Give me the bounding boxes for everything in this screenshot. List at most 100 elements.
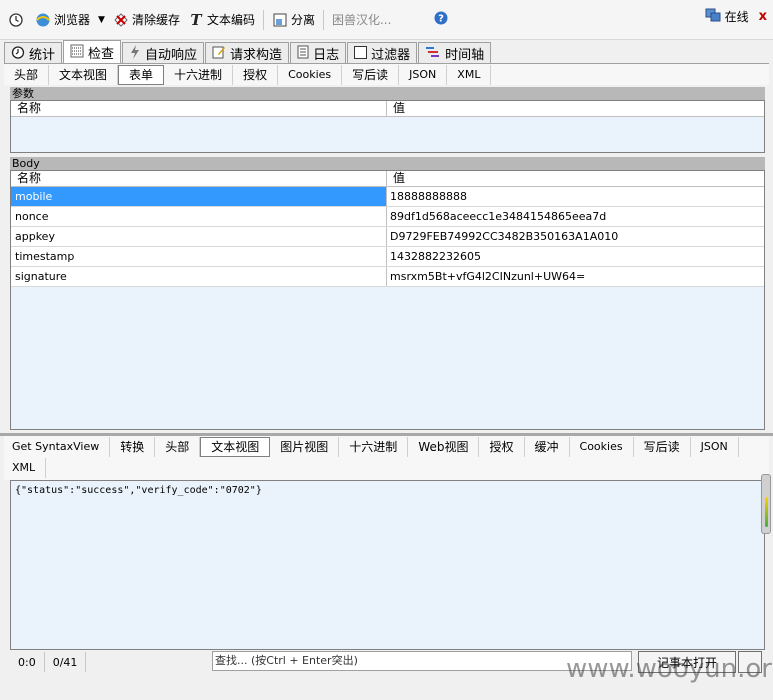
scrollbar-thumb[interactable] (761, 474, 771, 534)
main-tabs: 统计 检查 自动响应 请求构造 日志 过滤器 时间轴 (4, 40, 492, 64)
params-grid[interactable]: 名称 值 (10, 100, 765, 153)
close-icon[interactable]: x (759, 9, 767, 24)
clock-button[interactable] (4, 8, 31, 32)
level-indicator (765, 497, 768, 527)
resp-tab-auth[interactable]: 授权 (479, 436, 525, 457)
table-row[interactable]: signature msrxm5Bt+vfG4l2CINzunl+UW64= (11, 267, 764, 287)
req-tab-auth[interactable]: 授权 (233, 64, 279, 85)
resp-tab-headers[interactable]: 头部 (155, 436, 201, 457)
tab-label: 时间轴 (445, 48, 485, 63)
resp-tab-cookies[interactable]: Cookies (570, 436, 634, 457)
column-header-name[interactable]: 名称 (11, 101, 387, 116)
table-row[interactable]: mobile 18888888888 (11, 187, 764, 207)
toolbar: 浏览器 ▼ 清除缓存 T 文本编码 分离 困兽汉化... ? 在线 x (0, 0, 773, 40)
param-name[interactable]: nonce (11, 207, 387, 226)
body-panel-title: Body (10, 157, 765, 170)
response-tabs: Get SyntaxView 转换 头部 文本视图 图片视图 十六进制 Web视… (4, 436, 769, 480)
tab-label: 请求构造 (230, 48, 283, 63)
req-tab-raw[interactable]: 写后读 (342, 64, 400, 85)
timeline-icon (425, 45, 441, 62)
response-tabs-row: XML (4, 457, 769, 478)
clear-cache-icon (113, 12, 129, 28)
param-name[interactable]: timestamp (11, 247, 387, 266)
resp-tab-xml[interactable]: XML (4, 457, 47, 478)
search-input[interactable]: 困兽汉化... (327, 8, 428, 31)
resp-tab-hexview[interactable]: 十六进制 (339, 436, 409, 457)
browser-icon (35, 12, 51, 28)
request-tabs: 头部 文本视图 表单 十六进制 授权 Cookies 写后读 JSON XML (4, 63, 769, 85)
tab-log[interactable]: 日志 (290, 42, 347, 64)
tab-label: 过滤器 (371, 48, 411, 63)
clock-icon (8, 12, 24, 28)
clear-cache-button[interactable]: 清除缓存 (109, 8, 184, 32)
param-name[interactable]: mobile (11, 187, 387, 206)
tab-statistics[interactable]: 统计 (4, 42, 63, 64)
detach-label: 分离 (290, 13, 315, 27)
compose-icon (212, 45, 226, 62)
tab-label: 日志 (313, 48, 340, 63)
checkbox-icon (354, 45, 368, 62)
tab-timeline[interactable]: 时间轴 (418, 42, 492, 64)
req-tab-xml[interactable]: XML (447, 64, 492, 85)
req-tab-cookies[interactable]: Cookies (278, 64, 343, 85)
clear-cache-label: 清除缓存 (131, 13, 180, 27)
browser-button[interactable]: 浏览器 ▼ (31, 8, 109, 32)
resp-tab-caching[interactable]: 缓冲 (525, 436, 570, 457)
resp-tab-raw[interactable]: 写后读 (634, 436, 691, 457)
param-value[interactable]: 18888888888 (387, 187, 764, 206)
req-tab-textview[interactable]: 文本视图 (49, 64, 119, 85)
req-tab-webforms[interactable]: 表单 (118, 64, 165, 85)
tab-label: 自动响应 (145, 48, 198, 63)
req-tab-headers[interactable]: 头部 (4, 64, 50, 85)
toolbar-divider (262, 9, 264, 30)
lightning-icon (129, 45, 141, 62)
watermark: www.wooyun.org (566, 654, 773, 684)
tab-autoresponder[interactable]: 自动响应 (122, 42, 205, 64)
resp-tab-webview[interactable]: Web视图 (408, 436, 480, 457)
inspect-icon (70, 44, 84, 61)
resp-tab-transformer[interactable]: 转换 (110, 436, 156, 457)
body-grid[interactable]: 名称 值 mobile 18888888888 nonce 89df1d568a… (10, 170, 765, 430)
column-header-value[interactable]: 值 (387, 171, 764, 186)
param-value[interactable]: D9729FEB74992CC3482B350163A1A010 (387, 227, 764, 246)
online-icon (705, 8, 721, 25)
param-value[interactable]: 1432882232605 (387, 247, 764, 266)
text-encode-icon: T (190, 10, 202, 29)
param-name[interactable]: appkey (11, 227, 387, 246)
byte-count: 0/41 (45, 652, 87, 672)
response-text-area[interactable]: {"status":"success","verify_code":"0702"… (10, 480, 765, 650)
stopwatch-icon (11, 45, 25, 62)
column-header-value[interactable]: 值 (387, 101, 764, 116)
params-panel-title: 参数 (10, 87, 765, 100)
cursor-position: 0:0 (10, 652, 45, 672)
params-grid-header: 名称 值 (11, 101, 764, 117)
chevron-down-icon[interactable]: ▼ (98, 15, 105, 25)
param-name[interactable]: signature (11, 267, 387, 286)
detach-button[interactable]: 分离 (268, 8, 319, 32)
help-icon[interactable]: ? (434, 11, 448, 28)
resp-tab-json[interactable]: JSON (691, 436, 739, 457)
text-encode-label: 文本编码 (206, 13, 255, 27)
online-button[interactable]: 在线 (725, 8, 749, 25)
tab-label: 检查 (88, 47, 115, 62)
resp-tab-syntaxview[interactable]: Get SyntaxView (4, 436, 111, 457)
req-tab-hexview[interactable]: 十六进制 (164, 64, 234, 85)
table-row[interactable]: appkey D9729FEB74992CC3482B350163A1A010 (11, 227, 764, 247)
column-header-name[interactable]: 名称 (11, 171, 387, 186)
param-value[interactable]: 89df1d568aceecc1e3484154865eea7d (387, 207, 764, 226)
resp-tab-textview[interactable]: 文本视图 (200, 436, 271, 457)
table-row[interactable]: nonce 89df1d568aceecc1e3484154865eea7d (11, 207, 764, 227)
tab-inspectors[interactable]: 检查 (63, 40, 122, 64)
tab-filters[interactable]: 过滤器 (347, 42, 418, 64)
browser-label: 浏览器 (54, 13, 91, 27)
resp-tab-imageview[interactable]: 图片视图 (270, 436, 340, 457)
log-icon (297, 45, 309, 62)
param-value[interactable]: msrxm5Bt+vfG4l2CINzunl+UW64= (387, 267, 764, 286)
req-tab-json[interactable]: JSON (399, 64, 448, 85)
svg-text:?: ? (438, 14, 444, 25)
text-encode-button[interactable]: T 文本编码 (184, 8, 259, 32)
tab-label: 统计 (29, 48, 56, 63)
tab-composer[interactable]: 请求构造 (205, 42, 290, 64)
table-row[interactable]: timestamp 1432882232605 (11, 247, 764, 267)
detach-icon (272, 12, 288, 28)
